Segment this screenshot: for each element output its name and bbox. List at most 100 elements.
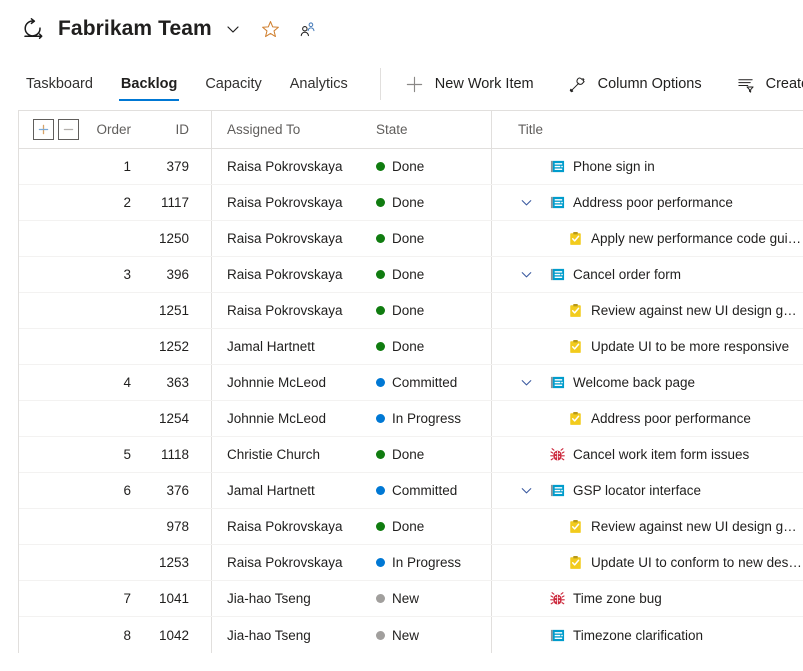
expand-collapse-controls [19,119,89,140]
row-expander-placeholder [518,159,534,175]
table-row[interactable]: 1254 Johnnie McLeod In Progress Address … [19,401,803,437]
cell-id[interactable]: 376 [166,483,189,498]
people-icon[interactable] [297,18,319,40]
cell-assigned-to: Jia-hao Tseng [227,627,311,643]
table-row[interactable]: 6 376 Jamal Hartnett Committed GSP locat… [19,473,803,509]
row-expander-chevron-down-icon[interactable] [518,375,534,391]
table-row[interactable]: 5 1118 Christie Church Done Cancel work … [19,437,803,473]
cell-title-link[interactable]: Timezone clarification [573,628,703,643]
cell-id[interactable]: 1041 [159,591,189,606]
cell-title-link[interactable]: Review against new UI design guidelines [591,519,803,534]
tab-capacity[interactable]: Capacity [195,58,271,110]
table-row[interactable]: 1251 Raisa Pokrovskaya Done Review again… [19,293,803,329]
table-row[interactable]: 978 Raisa Pokrovskaya Done Review agains… [19,509,803,545]
tab-analytics[interactable]: Analytics [280,58,358,110]
cell-title: Review against new UI design guidelines [491,293,803,328]
plus-icon [405,74,425,94]
column-options-button[interactable]: Column Options [558,58,712,110]
table-row[interactable]: 4 363 Johnnie McLeod Committed Welcome b… [19,365,803,401]
cell-assigned-to: Raisa Pokrovskaya [227,303,343,318]
cell-id[interactable]: 1253 [159,555,189,570]
table-row[interactable]: 2 1117 Raisa Pokrovskaya Done Address po… [19,185,803,221]
row-expander-chevron-down-icon[interactable] [518,483,534,499]
table-row[interactable]: 1252 Jamal Hartnett Done Update UI to be… [19,329,803,365]
cell-title-link[interactable]: Time zone bug [573,591,662,606]
user-story-icon [550,160,564,173]
column-header-order[interactable]: Order [96,122,131,137]
cell-title-link[interactable]: Update UI to be more responsive [591,339,789,354]
cell-state: Done [371,195,491,210]
table-row[interactable]: 7 1041 Jia-hao Tseng New Time zone bug [19,581,803,617]
wrench-icon [568,74,588,94]
row-expander-chevron-down-icon[interactable] [518,195,534,211]
column-header-state[interactable]: State [376,122,408,137]
task-icon [569,411,581,425]
cell-state: Committed [371,375,491,390]
tab-backlog[interactable]: Backlog [111,58,187,110]
cell-id[interactable]: 1117 [161,195,189,210]
cell-state: Done [371,339,491,354]
cell-title: Update UI to conform to new design guide… [491,545,803,580]
grid-body: 1 379 Raisa Pokrovskaya Done Phone sign … [19,149,803,653]
cell-assigned-to: Johnnie McLeod [227,375,327,390]
user-story-icon [550,196,564,209]
table-row[interactable]: 1253 Raisa Pokrovskaya In Progress Updat… [19,545,803,581]
cell-id[interactable]: 978 [166,519,189,534]
star-icon[interactable] [260,18,282,40]
task-icon [567,339,583,355]
tab-analytics-label: Analytics [289,76,348,92]
user-story-icon [550,484,564,497]
team-chevron-down-icon[interactable] [222,18,244,40]
table-row[interactable]: 3 396 Raisa Pokrovskaya Done Cancel orde… [19,257,803,293]
row-expander-chevron-down-icon[interactable] [518,267,534,283]
cell-order: 5 [123,447,131,462]
cell-title: GSP locator interface [491,473,803,508]
column-header-id[interactable]: ID [176,122,190,137]
user-story-icon [550,629,564,641]
cell-assigned-to: Raisa Pokrovskaya [227,519,343,534]
tab-taskboard[interactable]: Taskboard [16,58,103,110]
cell-title-link[interactable]: Update UI to conform to new design guide… [591,555,803,570]
cell-id[interactable]: 1118 [161,447,189,462]
cell-title: Time zone bug [491,581,803,616]
cell-state-label: Done [392,447,425,462]
new-work-item-button[interactable]: New Work Item [395,58,544,110]
cell-id[interactable]: 379 [166,159,189,174]
grid-header-row: Order ID Assigned To State Title [19,111,803,149]
cell-title-link[interactable]: Address poor performance [591,411,751,426]
collapse-all-button[interactable] [58,119,79,140]
cell-title-link[interactable]: Welcome back page [573,375,695,390]
cell-id[interactable]: 1251 [159,303,189,318]
user-story-icon [549,375,565,391]
task-icon [567,231,583,247]
cell-id[interactable]: 363 [166,375,189,390]
column-header-title[interactable]: Title [518,122,543,137]
cell-title-link[interactable]: Cancel work item form issues [573,447,749,462]
table-row[interactable]: 8 1042 Jia-hao Tseng New Timezone clarif… [19,617,803,653]
user-story-icon [549,267,565,283]
cell-id[interactable]: 1250 [159,231,189,246]
cell-state-label: Committed [392,483,458,498]
cell-state-label: Done [392,195,425,210]
expand-all-button[interactable] [33,119,54,140]
cell-title-link[interactable]: Review against new UI design guidelines [591,303,803,318]
cell-title-link[interactable]: Cancel order form [573,267,681,282]
cell-id[interactable]: 1254 [159,411,189,426]
cell-id[interactable]: 1252 [159,339,189,354]
task-icon [569,555,581,569]
cell-title-link[interactable]: Apply new performance code guidance [591,231,803,246]
column-header-assigned-to[interactable]: Assigned To [227,122,300,137]
chevron-down-icon [521,488,531,494]
cell-title-link[interactable]: Phone sign in [573,159,655,174]
user-story-icon [549,159,565,175]
row-expander-placeholder [518,339,534,355]
cell-title-link[interactable]: GSP locator interface [573,483,701,498]
table-row[interactable]: 1 379 Raisa Pokrovskaya Done Phone sign … [19,149,803,185]
table-row[interactable]: 1250 Raisa Pokrovskaya Done Apply new pe… [19,221,803,257]
cell-id[interactable]: 396 [166,267,189,282]
cell-title-link[interactable]: Address poor performance [573,195,733,210]
cell-id[interactable]: 1042 [159,628,189,643]
command-bar: Taskboard Backlog Capacity Analytics New… [0,58,803,110]
create-query-button[interactable]: Create Query [726,58,803,110]
row-expander-placeholder [518,627,534,643]
